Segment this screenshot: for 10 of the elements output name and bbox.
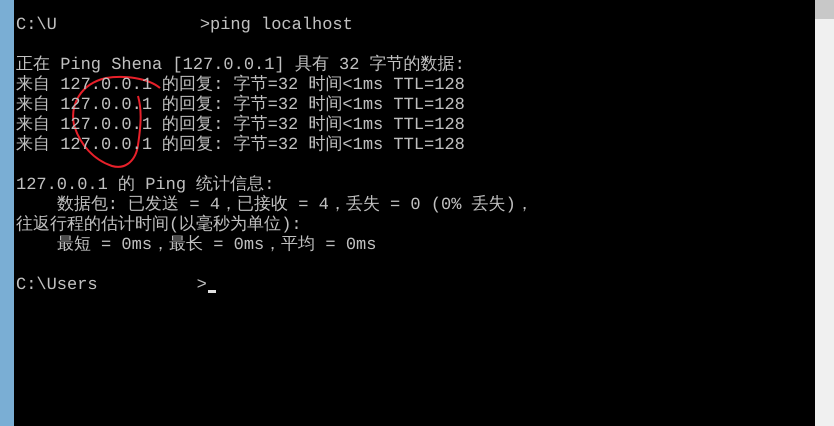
prompt-path: C:\U: [16, 16, 57, 36]
prompt-path: C:\Users: [16, 276, 98, 296]
output-line: 数据包: 已发送 = 4，已接收 = 4，丢失 = 0 (0% 丢失)，: [56, 196, 533, 215]
output-line: 最短 = 0ms，最长 = 0ms，平均 = 0ms: [56, 236, 376, 256]
command-text: >ping localhost: [200, 16, 353, 36]
output-line: 正在 Ping Shena [127.0.0.1] 具有 32 字节的数据:: [16, 56, 465, 75]
output-line: 往返行程的估计时间(以毫秒为单位):: [16, 216, 302, 235]
scrollbar-thumb[interactable]: [815, 0, 834, 19]
output-line: 127.0.0.1 的 Ping 统计信息:: [16, 176, 274, 195]
command-text: >: [196, 276, 207, 296]
